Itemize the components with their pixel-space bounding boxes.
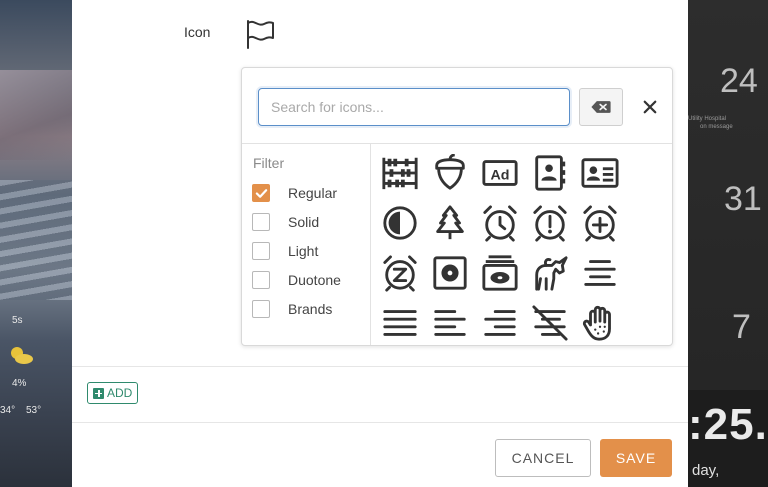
calendar-event-text: Utility Hospital [688, 116, 727, 122]
divider [72, 366, 688, 367]
add-button[interactable]: ADD [87, 382, 139, 404]
align-left-icon[interactable] [429, 302, 471, 344]
filter-title: Filter [253, 155, 285, 171]
save-button[interactable]: SAVE [600, 439, 672, 477]
album-icon[interactable] [429, 252, 471, 294]
filter-option-duotone[interactable]: Duotone [252, 269, 341, 291]
icon-field-label: Icon [184, 24, 211, 40]
clear-search-button[interactable] [579, 88, 623, 126]
filter-option-solid[interactable]: Solid [252, 211, 319, 233]
filter-option-regular[interactable]: Regular [252, 182, 337, 204]
snow-field [0, 180, 72, 300]
weather-text: 53° [26, 405, 42, 416]
weather-text: 5s [12, 315, 23, 326]
divider [242, 143, 672, 144]
album-collection-icon[interactable] [479, 252, 521, 294]
filter-label: Regular [288, 185, 338, 201]
alarm-plus-icon[interactable] [579, 202, 621, 244]
weather-text: 34° [0, 405, 16, 416]
align-center-icon[interactable] [579, 252, 621, 294]
calendar-day-number: 24 [720, 62, 758, 100]
divider [370, 143, 371, 345]
alarm-exclamation-icon[interactable] [529, 202, 571, 244]
svg-text:Ad: Ad [491, 168, 510, 184]
close-picker-button[interactable] [638, 95, 662, 119]
ad-icon[interactable]: Ad [479, 152, 521, 194]
icon-search-input[interactable] [258, 88, 570, 126]
filter-option-light[interactable]: Light [252, 240, 318, 262]
background-calendar-right: 24 Utility Hospital on message 31 7 :25.… [688, 0, 768, 487]
backspace-icon [591, 101, 611, 113]
background-wallpaper-left: 5s 4% 34° 53° [0, 0, 72, 487]
partly-cloudy-icon [11, 347, 33, 364]
close-icon [643, 100, 657, 114]
checkbox[interactable] [252, 213, 270, 231]
align-right-icon[interactable] [479, 302, 521, 344]
checkbox[interactable] [252, 271, 270, 289]
alicorn-icon[interactable] [529, 252, 571, 294]
filter-option-brands[interactable]: Brands [252, 298, 332, 320]
divider [72, 422, 688, 423]
align-slash-icon[interactable] [529, 302, 571, 344]
filter-label: Solid [288, 214, 320, 230]
calendar-day-number: 31 [724, 180, 762, 218]
checkbox[interactable] [252, 242, 270, 260]
abacus-icon[interactable] [379, 152, 421, 194]
filter-label: Brands [288, 301, 333, 317]
acorn-icon[interactable] [429, 152, 471, 194]
calendar-event-text: on message [700, 124, 733, 130]
checkbox-checked[interactable] [252, 184, 270, 202]
adjust-icon[interactable] [379, 202, 421, 244]
align-justify-icon[interactable] [379, 302, 421, 344]
flag-icon[interactable] [244, 18, 276, 50]
weather-text: 4% [12, 378, 27, 389]
cancel-button[interactable]: CANCEL [495, 439, 591, 477]
address-card-icon[interactable] [579, 152, 621, 194]
icon-grid: Ad [379, 152, 669, 342]
alarm-snooze-icon[interactable] [379, 252, 421, 294]
calendar-day-number: 7 [732, 308, 751, 346]
icon-picker-popover: Filter Regular Solid Light Duotone Brand… [241, 67, 673, 346]
icon-field-dialog: Icon Filter Regular [72, 0, 688, 487]
add-button-label: ADD [107, 386, 133, 400]
filter-label: Duotone [288, 272, 341, 288]
checkbox[interactable] [252, 300, 270, 318]
check-icon [255, 188, 267, 198]
address-book-icon[interactable] [529, 152, 571, 194]
clock-text: :25. [688, 400, 768, 449]
tree-icon[interactable] [429, 202, 471, 244]
clock-day-text: day, [692, 462, 720, 479]
filter-label: Light [288, 243, 319, 259]
allergies-icon[interactable] [579, 302, 621, 344]
mountain-ridge [0, 70, 72, 160]
plus-square-icon [93, 387, 104, 399]
alarm-clock-icon[interactable] [479, 202, 521, 244]
